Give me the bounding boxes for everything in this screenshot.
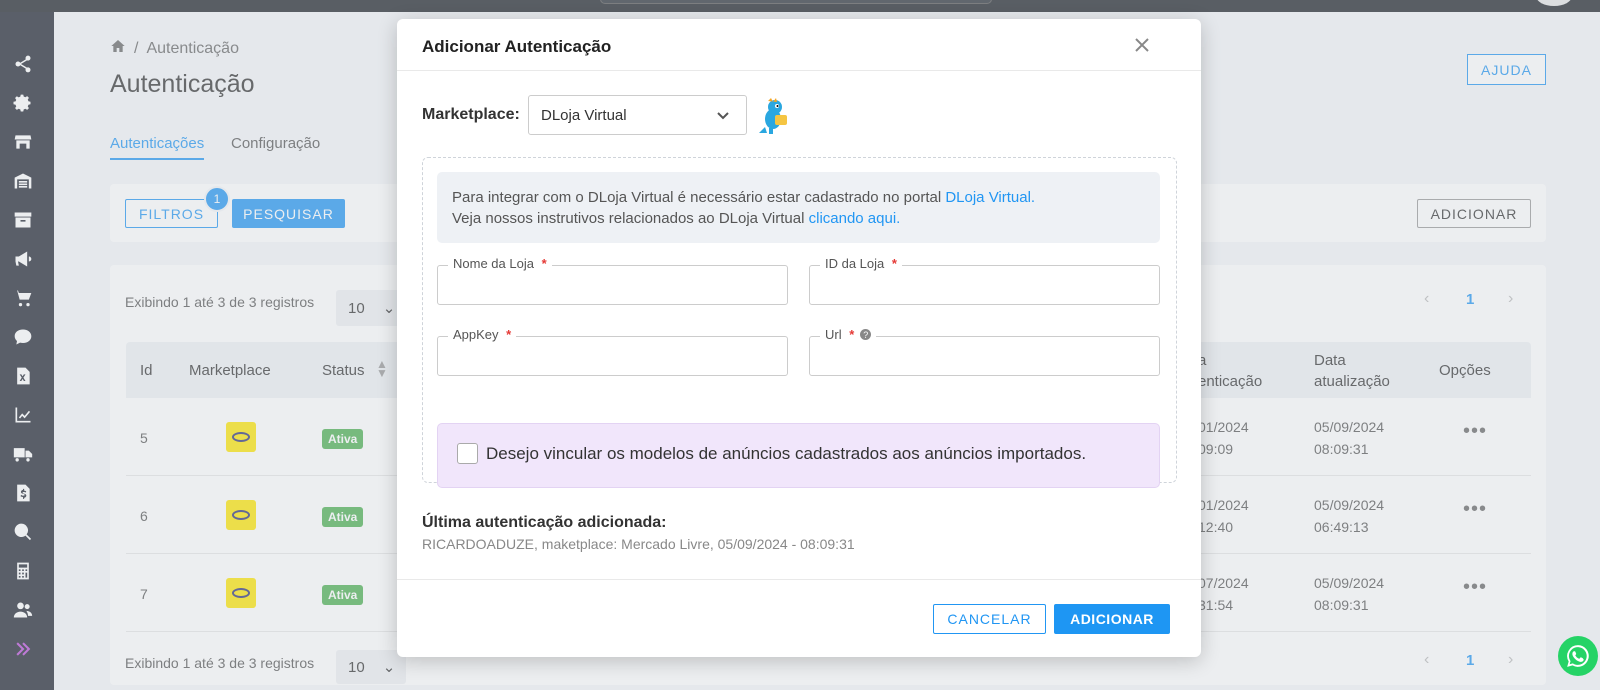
whatsapp-chat-button[interactable]	[1558, 636, 1598, 676]
marketplace-label: Marketplace:	[422, 106, 520, 123]
marketplace-select[interactable]: DLoja Virtual	[528, 95, 747, 135]
store-name-label: Nome da Loja *	[448, 256, 552, 271]
link-models-checkbox[interactable]	[457, 443, 478, 464]
required-mark: *	[541, 256, 547, 271]
instructions-link[interactable]: clicando aqui.	[809, 210, 901, 227]
marketplace-select-value: DLoja Virtual	[541, 106, 627, 124]
url-field[interactable]: Url *?	[809, 327, 1160, 376]
url-input[interactable]	[810, 337, 1159, 375]
close-icon[interactable]	[1133, 36, 1151, 54]
store-id-label: ID da Loja *	[820, 256, 902, 271]
modal-header: Adicionar Autenticação	[397, 19, 1201, 71]
store-id-label-text: ID da Loja	[825, 256, 885, 271]
appkey-input[interactable]	[438, 337, 787, 375]
integration-info-box: Para integrar com o DLoja Virtual é nece…	[437, 172, 1160, 243]
cancel-button[interactable]: CANCELAR	[933, 604, 1046, 634]
appkey-label-text: AppKey	[453, 327, 499, 342]
confirm-add-button[interactable]: ADICIONAR	[1054, 604, 1170, 634]
help-tooltip-icon[interactable]: ?	[860, 329, 872, 340]
store-name-input[interactable]	[438, 266, 787, 304]
appkey-field[interactable]: AppKey *	[437, 327, 788, 376]
store-name-field[interactable]: Nome da Loja *	[437, 256, 788, 305]
last-auth-title: Última autenticação adicionada:	[422, 514, 667, 531]
url-label: Url *?	[820, 327, 877, 342]
required-mark: *	[849, 327, 855, 342]
add-auth-modal: Adicionar Autenticação Marketplace: DLoj…	[397, 19, 1201, 657]
dloja-portal-link[interactable]: DLoja Virtual.	[945, 189, 1035, 206]
link-models-option: Desejo vincular os modelos de anúncios c…	[437, 423, 1160, 488]
modal-title: Adicionar Autenticação	[422, 37, 612, 56]
store-id-field[interactable]: ID da Loja *	[809, 256, 1160, 305]
appkey-label: AppKey *	[448, 327, 517, 342]
url-label-text: Url	[825, 327, 842, 342]
info-line-2-text: Veja nossos instrutivos relacionados ao …	[452, 210, 809, 227]
store-name-label-text: Nome da Loja	[453, 256, 534, 271]
info-line-2: Veja nossos instrutivos relacionados ao …	[452, 208, 1145, 229]
whatsapp-icon	[1567, 645, 1589, 667]
link-models-label[interactable]: Desejo vincular os modelos de anúncios c…	[486, 444, 1086, 464]
required-mark: *	[506, 327, 512, 342]
store-id-input[interactable]	[810, 266, 1159, 304]
info-line-1-text: Para integrar com o DLoja Virtual é nece…	[452, 189, 946, 206]
chevron-down-icon	[716, 108, 730, 122]
dloja-mascot-logo	[755, 97, 791, 135]
required-mark: *	[891, 256, 897, 271]
info-line-1: Para integrar com o DLoja Virtual é nece…	[452, 187, 1145, 208]
last-auth-details: RICARDOADUZE, maketplace: Mercado Livre,…	[422, 536, 855, 552]
